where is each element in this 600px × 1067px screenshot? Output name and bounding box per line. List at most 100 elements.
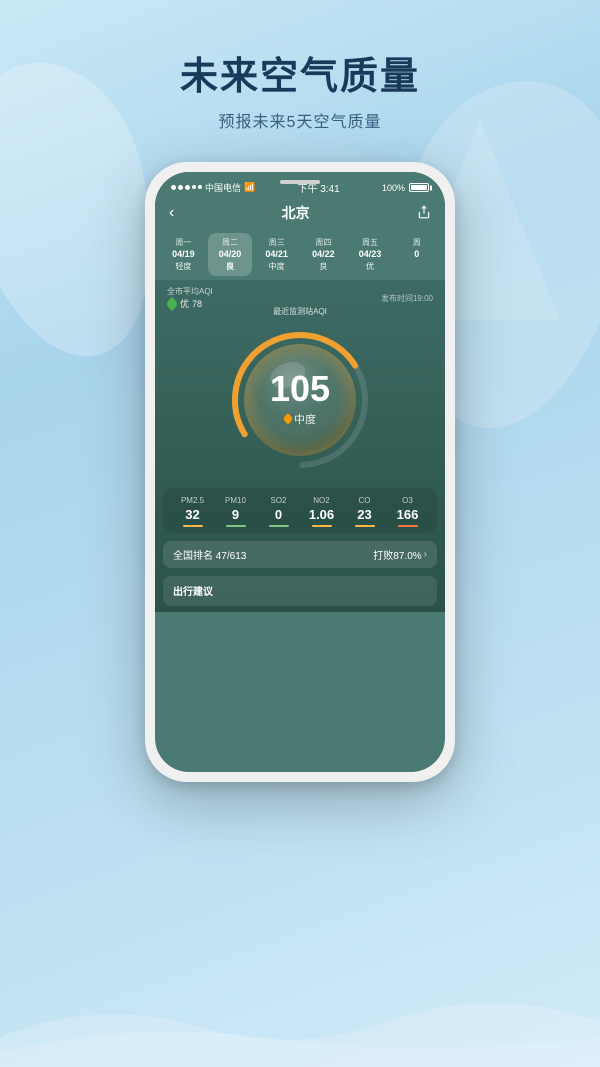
wifi-icon: 📶 — [244, 182, 255, 193]
gauge-quality-text: 中度 — [294, 411, 316, 427]
quality-label-2: 中度 — [256, 261, 297, 272]
pollutant-name-no2: NO2 — [300, 496, 343, 505]
back-button[interactable]: ‹ — [169, 204, 174, 222]
week-label-3: 周四 — [303, 237, 344, 248]
pollutant-bar-no2 — [312, 525, 332, 527]
pollutant-so2: SO2 0 — [257, 496, 300, 527]
pollutant-name-o3: O3 — [386, 496, 429, 505]
pollutant-value-no2: 1.06 — [300, 507, 343, 522]
pollutant-bar-o3 — [398, 525, 418, 527]
gauge-wrapper: 最近监测站AQI — [220, 320, 380, 480]
date-label-5: 0 — [396, 249, 437, 259]
ranking-row[interactable]: 全国排名 47/613 打败87.0% › — [163, 541, 437, 568]
publish-time: 发布时间19:00 — [381, 293, 433, 304]
ranking-label: 全国排名 47/613 — [173, 547, 246, 562]
pollutant-no2: NO2 1.06 — [300, 496, 343, 527]
ranking-prefix: 全国排名 — [173, 551, 213, 562]
phone-outer: 中国电信 📶 下午 3:41 100% ‹ 北京 — [145, 162, 455, 782]
gauge-center: 105 中度 — [270, 371, 330, 427]
week-label-1: 周二 — [210, 237, 251, 248]
day-tab-0[interactable]: 周一 04/19 轻度 — [161, 233, 206, 276]
beat-label: 打败87.0% — [373, 547, 421, 562]
day-tab-2[interactable]: 周三 04/21 中度 — [254, 233, 299, 276]
pollutant-name-so2: SO2 — [257, 496, 300, 505]
week-label-5: 周 — [396, 237, 437, 248]
pollutant-name-co: CO — [343, 496, 386, 505]
battery-icon — [409, 183, 429, 192]
nav-bar: ‹ 北京 — [155, 199, 445, 229]
leaf-icon-orange — [282, 413, 293, 424]
day-tab-4[interactable]: 周五 04/23 优 — [348, 233, 393, 276]
date-label-1: 04/20 — [210, 249, 251, 259]
city-avg-value: 优 78 — [167, 297, 213, 310]
quality-label-0: 轻度 — [163, 261, 204, 272]
gauge-quality: 中度 — [270, 411, 330, 427]
date-label-4: 04/23 — [350, 249, 391, 259]
quality-label-3: 良 — [303, 261, 344, 272]
page-title: 未来空气质量 — [0, 45, 600, 100]
pollutants-row: PM2.5 32 PM10 9 SO2 0 N — [163, 488, 437, 533]
pollutant-name-pm10: PM10 — [214, 496, 257, 505]
pollutant-value-pm25: 32 — [171, 507, 214, 522]
phone-notch — [280, 180, 320, 184]
gauge-number: 105 — [270, 371, 330, 407]
signal-dot-5 — [198, 185, 202, 189]
page-subtitle: 预报未来5天空气质量 — [0, 108, 600, 132]
week-label-4: 周五 — [350, 237, 391, 248]
signal-dot-3 — [185, 185, 190, 190]
pollutant-value-o3: 166 — [386, 507, 429, 522]
status-right: 100% — [382, 183, 429, 193]
week-label-0: 周一 — [163, 237, 204, 248]
battery-percent: 100% — [382, 183, 405, 193]
share-button[interactable] — [417, 205, 431, 222]
phone-screen: 中国电信 📶 下午 3:41 100% ‹ 北京 — [155, 172, 445, 772]
carrier-name: 中国电信 — [205, 181, 241, 194]
leaf-icon-green — [165, 296, 179, 310]
nav-title: 北京 — [282, 203, 310, 223]
date-label-0: 04/19 — [163, 249, 204, 259]
signal-dots — [171, 185, 202, 190]
pollutant-o3: O3 166 — [386, 496, 429, 527]
week-label-2: 周三 — [256, 237, 297, 248]
day-tab-1[interactable]: 周二 04/20 良 — [208, 233, 253, 276]
battery-fill — [411, 185, 427, 190]
status-bar: 中国电信 📶 下午 3:41 100% — [155, 172, 445, 199]
day-tab-5[interactable]: 周 0 — [394, 233, 439, 276]
quality-label-4: 优 — [350, 261, 391, 272]
carrier-info: 中国电信 📶 — [171, 181, 255, 194]
bottom-decoration — [0, 987, 600, 1067]
pollutant-bar-so2 — [269, 525, 289, 527]
date-label-2: 04/21 — [256, 249, 297, 259]
pollutant-pm25: PM2.5 32 — [171, 496, 214, 527]
city-avg-quality: 优 — [180, 297, 189, 310]
advice-row: 出行建议 — [163, 576, 437, 606]
signal-dot-2 — [178, 185, 183, 190]
ranking-value: 47/613 — [216, 551, 247, 562]
city-avg-left: 全市平均AQI 优 78 — [167, 286, 213, 310]
pollutant-bar-co — [355, 525, 375, 527]
pollutant-value-co: 23 — [343, 507, 386, 522]
city-avg-num: 78 — [192, 299, 202, 309]
date-label-3: 04/22 — [303, 249, 344, 259]
signal-dot-1 — [171, 185, 176, 190]
day-tab-3[interactable]: 周四 04/22 良 — [301, 233, 346, 276]
pollutant-bar-pm10 — [226, 525, 246, 527]
ranking-right: 打败87.0% › — [373, 547, 427, 562]
advice-label: 出行建议 — [173, 587, 213, 598]
pollutant-name-pm25: PM2.5 — [171, 496, 214, 505]
day-tabs: 周一 04/19 轻度 周二 04/20 良 周三 04/21 中度 周四 04… — [155, 229, 445, 280]
city-avg-label: 全市平均AQI — [167, 286, 213, 297]
signal-dot-4 — [192, 185, 196, 189]
phone-wrapper: 中国电信 📶 下午 3:41 100% ‹ 北京 — [0, 162, 600, 782]
mountain-svg — [0, 987, 600, 1067]
pollutant-bar-pm25 — [183, 525, 203, 527]
gauge-label: 最近监测站AQI — [273, 306, 327, 317]
pollutant-co: CO 23 — [343, 496, 386, 527]
pollutant-pm10: PM10 9 — [214, 496, 257, 527]
pollutant-value-pm10: 9 — [214, 507, 257, 522]
aqi-section: 全市平均AQI 优 78 发布时间19:00 最近监测站AQI — [155, 280, 445, 612]
gauge-container: 最近监测站AQI — [155, 312, 445, 484]
header-section: 未来空气质量 预报未来5天空气质量 — [0, 0, 600, 132]
chevron-icon: › — [424, 549, 427, 560]
quality-label-1: 良 — [210, 261, 251, 272]
